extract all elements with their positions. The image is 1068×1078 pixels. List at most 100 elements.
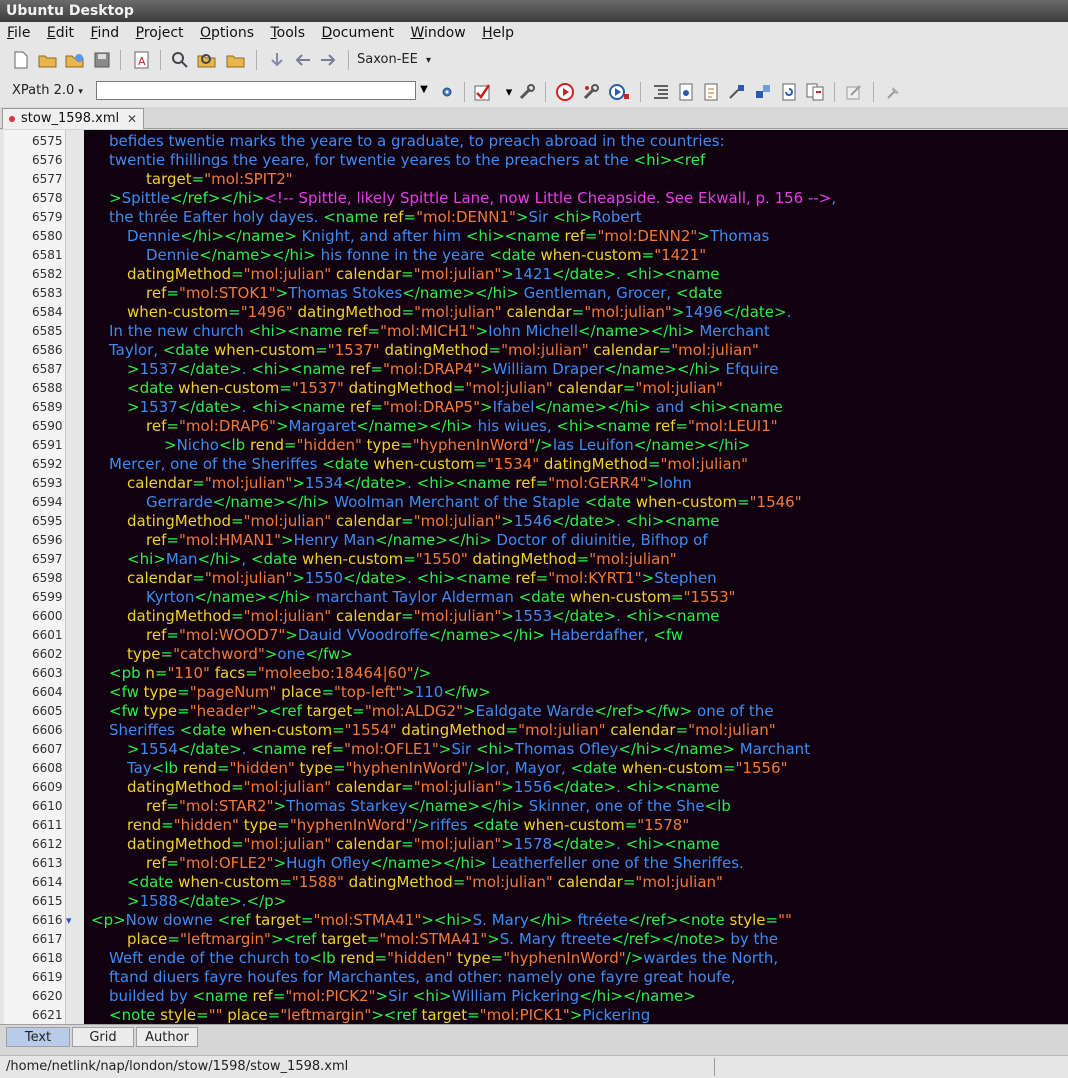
code-line[interactable]: datingMethod="mol:julian" calendar="mol:… [127,265,720,284]
toggle-comment-icon[interactable] [675,81,697,103]
edit-disabled-icon[interactable] [843,81,865,103]
code-line[interactable]: <pb n="110" facs="moleebo:18464|60"/> [109,664,431,683]
code-line[interactable]: <date when-custom="1537" datingMethod="m… [127,379,723,398]
code-line[interactable]: datingMethod="mol:julian" calendar="mol:… [127,512,720,531]
menu-file[interactable]: File [0,22,35,44]
find-icon[interactable] [169,49,191,71]
code-token: <hi><name [251,360,351,378]
code-line[interactable]: ref="mol:HMAN1">Henry Man</name></hi> Do… [146,531,708,550]
code-line[interactable]: In the new church <hi><name ref="mol:MIC… [109,322,770,341]
xpath-version-select[interactable]: XPath 2.0 ▾ [12,81,83,102]
text-editor[interactable]: 6575 befides twentie marks the yeare to a… [0,130,1068,1024]
code-line[interactable]: ftand diuers fayre houfes for Marchantes… [109,968,735,987]
open-file-icon[interactable] [37,49,59,71]
xpath-history-dropdown[interactable]: ▼ [415,81,432,100]
code-line[interactable]: ref="mol:OFLE2">Hugh Ofley</name></hi> L… [146,854,744,873]
code-token: 1554 [139,740,178,758]
tab-stow-1598-xml[interactable]: stow_1598.xml ✕ [2,108,144,129]
save-icon[interactable] [91,49,113,71]
code-line[interactable]: <fw type="pageNum" place="top-left">110<… [109,683,491,702]
code-line[interactable]: >Nicho<lb rend="hidden" type="hyphenInWo… [164,436,750,455]
templates-icon[interactable]: A [131,49,153,71]
menu-options[interactable]: Options [193,22,259,44]
code-line[interactable]: datingMethod="mol:julian" calendar="mol:… [127,835,720,854]
code-line[interactable]: Mercer, one of the Sheriffes <date when-… [109,455,748,474]
xpath-tool-icon[interactable] [726,81,748,103]
code-line[interactable]: >1554</date>. <name ref="mol:OFLE1">Sir … [127,740,810,759]
code-line[interactable]: calendar="mol:julian">1550</date>. <hi><… [127,569,717,588]
open-url-icon[interactable] [64,49,86,71]
xpath-settings-icon[interactable] [436,81,458,103]
code-line[interactable]: ref="mol:STOK1">Thomas Stokes</name></hi… [146,284,722,303]
code-line[interactable]: ref="mol:STAR2">Thomas Starkey</name></h… [146,797,731,816]
code-line[interactable]: the thrée Eafter holy dayes. <name ref="… [109,208,642,227]
code-line[interactable]: ref="mol:DRAP6">Margaret</name></hi> his… [146,417,778,436]
code-line[interactable]: <hi>Man</hi>, <date when-custom="1550" d… [127,550,677,569]
tab-text[interactable]: Text [6,1027,70,1047]
code-line[interactable]: twentie fhillings the yeare, for twentie… [109,151,705,170]
format-indent-icon[interactable] [650,81,672,103]
menu-edit[interactable]: Edit [40,22,79,44]
code-line[interactable]: >Spittle</ref></hi><!-- Spittle, likely … [109,189,836,208]
code-line[interactable]: ref="mol:WOOD7">Dauid VVoodroffe</name><… [146,626,683,645]
code-token: 110 [414,683,444,701]
debugger-icon[interactable] [608,81,630,103]
document-tree-icon[interactable] [700,81,722,103]
transformation-engine-select[interactable]: Saxon-EE ▾ [357,50,431,71]
code-line[interactable]: <note style="" place="leftmargin"><ref t… [109,1006,650,1025]
code-token: "hidden" [387,949,453,967]
code-line[interactable]: Kyrton</name></hi> marchant Taylor Alder… [146,588,736,607]
apply-transformation-icon[interactable] [554,81,576,103]
code-token: "1578" [637,816,690,834]
code-line[interactable]: Taylor, <date when-custom="1537" datingM… [109,341,759,360]
menu-help[interactable]: Help [475,22,519,44]
code-line[interactable]: Dennie</name></hi> his fonne in the year… [146,246,706,265]
code-line[interactable]: Dennie</hi></name> Knight, and after him… [127,227,769,246]
code-line[interactable]: builded by <name ref="mol:PICK2">Sir <hi… [109,987,696,1006]
refresh-icon[interactable] [778,81,800,103]
code-line[interactable]: >1588</date>.</p> [127,892,286,911]
new-file-icon[interactable] [10,49,32,71]
close-icon[interactable]: ✕ [127,109,137,129]
forward-arrow-icon[interactable] [317,49,339,71]
compare-files-icon[interactable] [804,81,826,103]
main-toolbar: A Saxon-EE ▾ [0,44,1068,76]
code-line[interactable]: target="mol:SPIT2" [146,170,293,189]
code-line[interactable]: type="catchword">one</fw> [127,645,353,664]
menu-document[interactable]: Document [314,22,399,44]
code-line[interactable]: <fw type="header"><ref target="mol:ALDG2… [109,702,774,721]
code-line[interactable]: <p>Now downe <ref target="mol:STMA41"><h… [91,911,792,930]
code-line[interactable]: rend="hidden" type="hyphenInWord"/>riffe… [127,816,689,835]
code-line[interactable]: befides twentie marks the yeare to a gra… [109,132,725,151]
code-line[interactable]: Sheriffes <date when-custom="1554" datin… [109,721,776,740]
tab-author[interactable]: Author [136,1027,198,1047]
go-to-last-modification-icon[interactable] [266,49,288,71]
code-line[interactable]: when-custom="1496" datingMethod="mol:jul… [127,303,791,322]
back-arrow-icon[interactable] [292,49,314,71]
code-line[interactable]: Gerrarde</name></hi> Woolman Merchant of… [146,493,802,512]
menu-window[interactable]: Window [403,22,470,44]
validate-icon[interactable] [472,81,494,103]
code-line[interactable]: datingMethod="mol:julian" calendar="mol:… [127,778,720,797]
xpath-input[interactable] [96,81,432,100]
tab-grid[interactable]: Grid [72,1027,134,1047]
line-number: 6576 [32,153,63,167]
code-line[interactable]: >1537</date>. <hi><name ref="mol:DRAP5">… [127,398,783,417]
xml-refactor-icon[interactable] [752,81,774,103]
code-line[interactable]: <date when-custom="1588" datingMethod="m… [127,873,723,892]
menu-project[interactable]: Project [129,22,189,44]
code-token: "hyphenInWord" [503,949,626,967]
code-line[interactable]: Tay<lb rend="hidden" type="hyphenInWord"… [127,759,788,778]
menu-tools[interactable]: Tools [263,22,310,44]
code-line[interactable]: place="leftmargin"><ref target="mol:STMA… [127,930,778,949]
code-line[interactable]: calendar="mol:julian">1534</date>. <hi><… [127,474,692,493]
code-line[interactable]: datingMethod="mol:julian" calendar="mol:… [127,607,720,626]
menu-find[interactable]: Find [83,22,124,44]
pin-icon[interactable] [883,81,905,103]
code-line[interactable]: >1537</date>. <hi><name ref="mol:DRAP4">… [127,360,779,379]
code-line[interactable]: Weft ende of the church to<lb rend="hidd… [109,949,778,968]
open-folder-icon[interactable] [225,49,247,71]
validation-scenario-icon[interactable] [516,81,538,103]
find-in-files-icon[interactable] [196,49,218,71]
configure-transformation-icon[interactable] [580,81,602,103]
